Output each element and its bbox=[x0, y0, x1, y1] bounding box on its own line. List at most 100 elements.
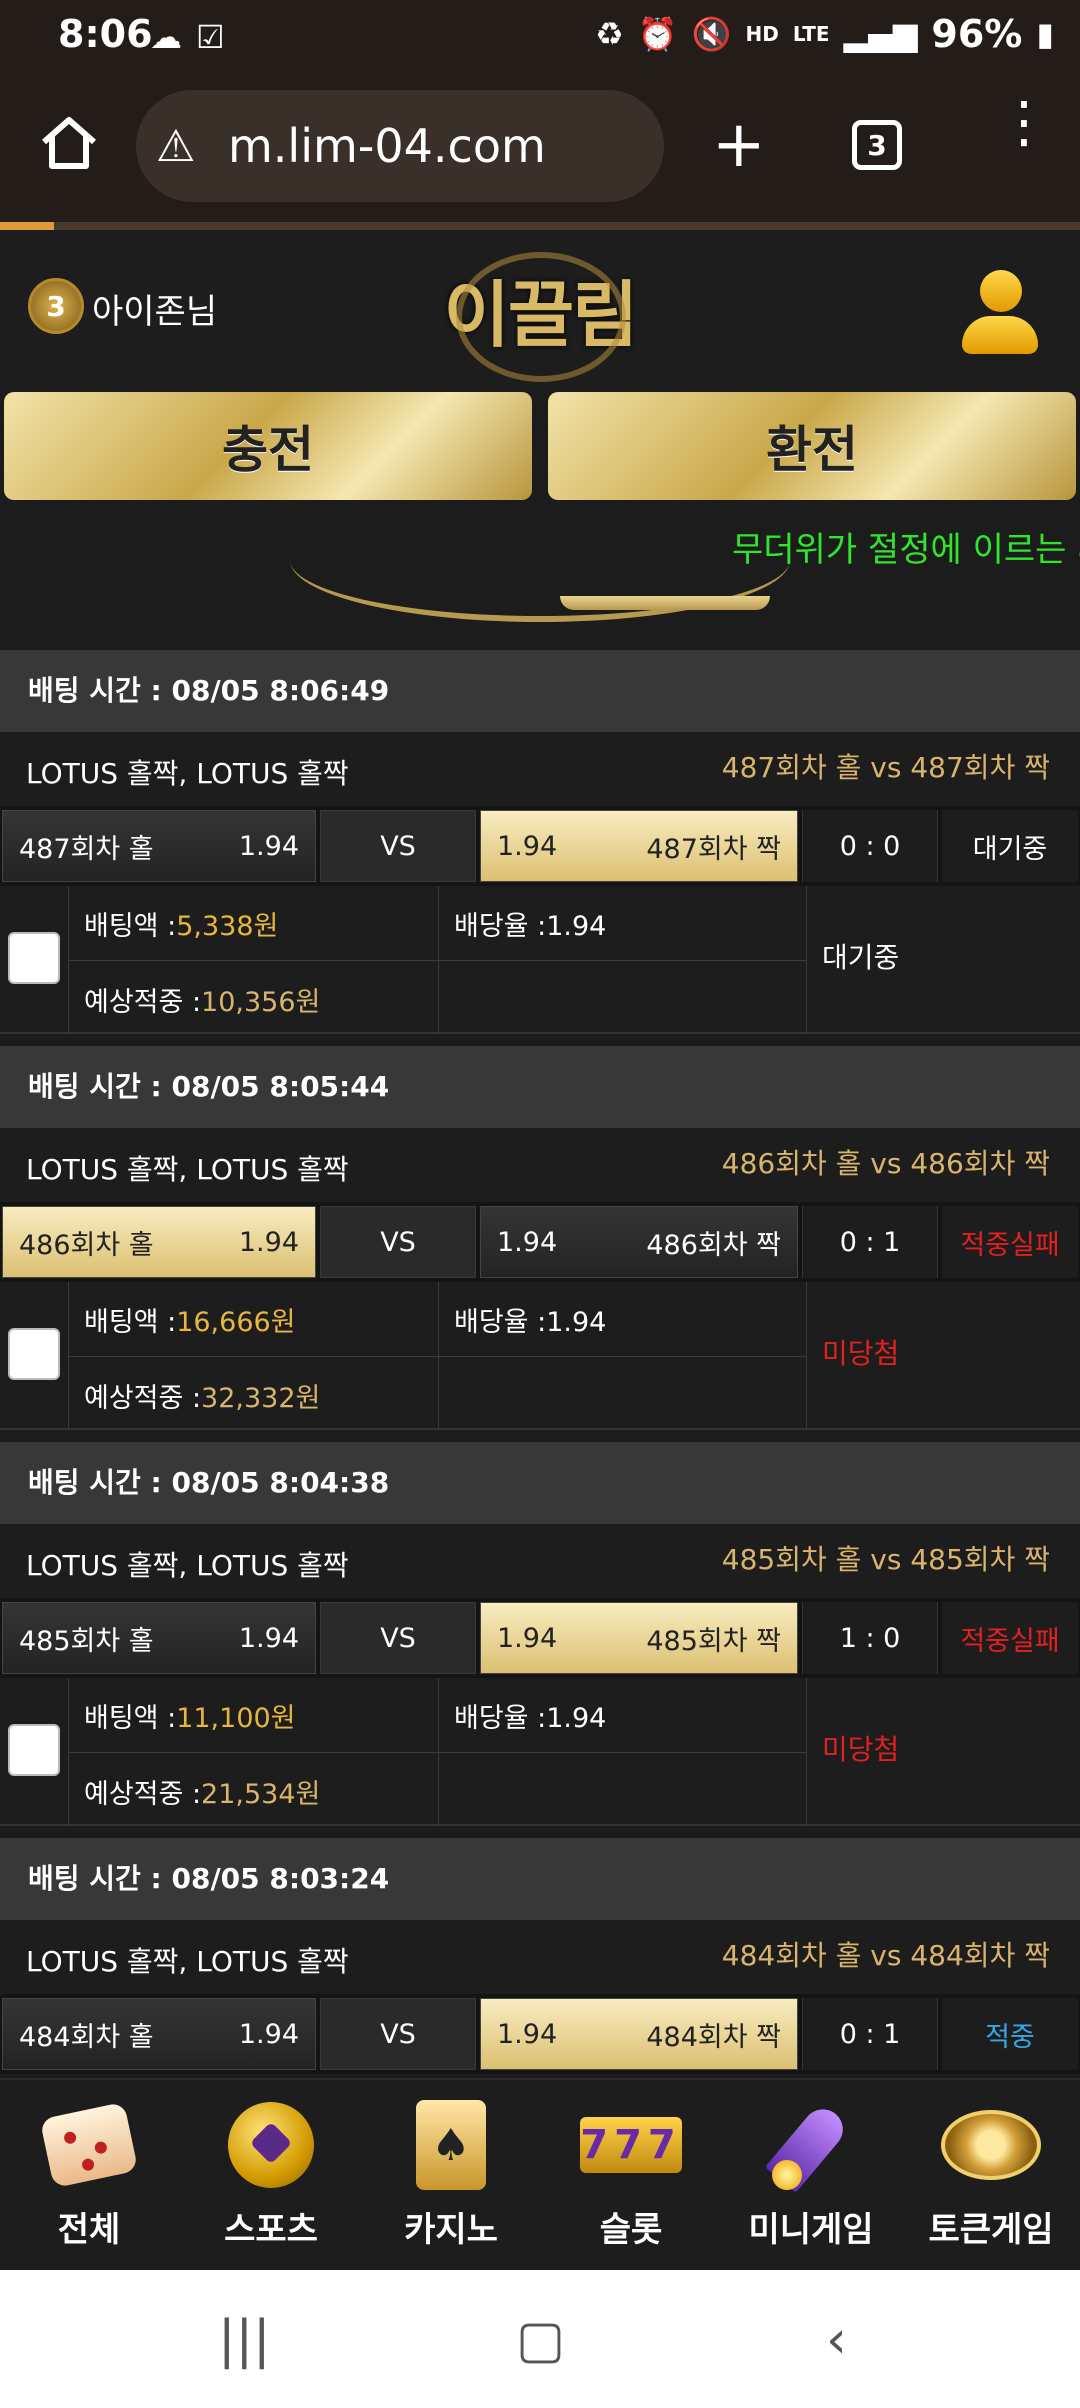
select-checkbox[interactable] bbox=[8, 1328, 60, 1380]
matchup-text: 487회차 홀 vs 487회차 짝 bbox=[721, 751, 1050, 784]
odds-field: 배당율 :1.94 bbox=[454, 1703, 607, 1734]
bet-amount-field: 배팅액 :16,666원 bbox=[84, 1307, 296, 1338]
home-option[interactable]: 487회차 홀 1.94 bbox=[2, 810, 316, 882]
league-name: LOTUS 홀짝, LOTUS 홀짝 bbox=[26, 1945, 349, 1978]
charge-button[interactable]: 충전 bbox=[4, 392, 532, 500]
home-name: 485회차 홀 bbox=[19, 1625, 154, 1657]
bet-amount: 5,338원 bbox=[176, 911, 279, 942]
expected-amount: 10,356원 bbox=[201, 987, 321, 1018]
league-name: LOTUS 홀짝, LOTUS 홀짝 bbox=[26, 1549, 349, 1582]
away-name: 484회차 짝 bbox=[646, 2021, 781, 2053]
hd-voice-icon: HD bbox=[745, 22, 779, 46]
system-home-icon[interactable]: ▢ bbox=[516, 2310, 565, 2370]
bet-amount-field: 배팅액 :5,338원 bbox=[84, 911, 279, 942]
expected-amount: 21,534원 bbox=[201, 1779, 321, 1810]
odds-value: 1.94 bbox=[546, 1307, 607, 1338]
expected-win-field: 예상적중 :32,332원 bbox=[84, 1383, 321, 1414]
home-option[interactable]: 484회차 홀 1.94 bbox=[2, 1998, 316, 2070]
back-icon[interactable]: ‹ bbox=[826, 2310, 847, 2370]
warning-icon[interactable]: ⚠ bbox=[156, 121, 212, 172]
matchup-text: 484회차 홀 vs 484회차 짝 bbox=[721, 1939, 1050, 1972]
select-checkbox[interactable] bbox=[8, 932, 60, 984]
bet-odds-row: 484회차 홀 1.94 VS 1.94 484회차 짝 0 : 1 적중 bbox=[0, 1994, 1080, 2074]
home-name: 487회차 홀 bbox=[19, 833, 154, 865]
vs-label: VS bbox=[320, 810, 476, 882]
bet-time: 배팅 시간 : 08/05 8:06:49 bbox=[0, 650, 1080, 732]
home-odds: 1.94 bbox=[238, 1226, 299, 1258]
nav-label: 미니게임 bbox=[748, 2210, 874, 2250]
slot-777-icon: 777 bbox=[580, 2100, 682, 2190]
status-badge: 적중실패 bbox=[942, 1206, 1078, 1278]
bet-card: 배팅 시간 : 08/05 8:04:38 LOTUS 홀짝, LOTUS 홀짝… bbox=[0, 1442, 1080, 1838]
league-row: LOTUS 홀짝, LOTUS 홀짝 485회차 홀 vs 485회차 짝 bbox=[0, 1524, 1080, 1598]
nav-label: 토큰게임 bbox=[928, 2210, 1054, 2250]
status-notification-icons: ☁ ☑ bbox=[150, 18, 225, 56]
home-option[interactable]: 485회차 홀 1.94 bbox=[2, 1602, 316, 1674]
away-odds: 1.94 bbox=[497, 1622, 558, 1654]
score: 1 : 0 bbox=[802, 1602, 938, 1674]
league-row: LOTUS 홀짝, LOTUS 홀짝 486회차 홀 vs 486회차 짝 bbox=[0, 1128, 1080, 1202]
exchange-button[interactable]: 환전 bbox=[548, 392, 1076, 500]
tab-switcher-button[interactable]: 3 bbox=[852, 120, 902, 170]
bet-detail: 배팅액 :11,100원 배당율 :1.94 예상적중 :21,534원 미당첨 bbox=[0, 1678, 1080, 1826]
away-option[interactable]: 1.94 485회차 짝 bbox=[480, 1602, 798, 1674]
away-name: 486회차 짝 bbox=[646, 1229, 781, 1261]
nav-item-casino[interactable]: ♠ 카지노 bbox=[376, 2100, 526, 2251]
away-name: 487회차 짝 bbox=[646, 833, 781, 865]
mute-icon: 🔇 bbox=[691, 15, 732, 53]
odds-field: 배당율 :1.94 bbox=[454, 911, 607, 942]
home-icon[interactable] bbox=[38, 112, 100, 174]
matchup-text: 486회차 홀 vs 486회차 짝 bbox=[721, 1147, 1050, 1180]
bet-time: 배팅 시간 : 08/05 8:04:38 bbox=[0, 1442, 1080, 1524]
address-bar[interactable]: ⚠ m.lim-04.com bbox=[136, 90, 664, 202]
wallet-buttons: 충전 환전 bbox=[0, 392, 1080, 504]
profile-icon[interactable] bbox=[962, 270, 1038, 354]
home-name: 486회차 홀 bbox=[19, 1229, 154, 1261]
new-tab-icon[interactable]: + bbox=[712, 108, 766, 182]
url-text[interactable]: m.lim-04.com bbox=[228, 119, 546, 173]
site-logo[interactable]: 이끌림 bbox=[430, 238, 650, 382]
odds-value: 1.94 bbox=[546, 911, 607, 942]
nav-label: 전체 bbox=[57, 2210, 121, 2250]
nav-label: 스포츠 bbox=[224, 2210, 318, 2250]
browser-toolbar: ⚠ m.lim-04.com + 3 ⋮ bbox=[0, 72, 1080, 224]
odds-value: 1.94 bbox=[546, 1703, 607, 1734]
expected-amount: 32,332원 bbox=[201, 1383, 321, 1414]
checkbox-notification-icon: ☑ bbox=[196, 18, 225, 56]
expected-win-field: 예상적중 :21,534원 bbox=[84, 1779, 321, 1810]
away-option[interactable]: 1.94 487회차 짝 bbox=[480, 810, 798, 882]
bet-odds-row: 485회차 홀 1.94 VS 1.94 485회차 짝 1 : 0 적중실패 bbox=[0, 1598, 1080, 1678]
status-time: 8:06 bbox=[58, 12, 153, 56]
alarm-icon: ⏰ bbox=[637, 15, 678, 53]
nav-item-token-game[interactable]: 토큰게임 bbox=[916, 2100, 1066, 2251]
result-text: 미당첨 bbox=[822, 1337, 900, 1370]
chat-bubble-icon: ☁ bbox=[150, 18, 182, 56]
more-menu-icon[interactable]: ⋮ bbox=[996, 95, 1052, 151]
game-category-nav: 전체 스포츠 ♠ 카지노 777 슬롯 미니게임 토큰게임 bbox=[0, 2078, 1080, 2268]
odds-field: 배당율 :1.94 bbox=[454, 1307, 607, 1338]
away-option[interactable]: 1.94 486회차 짝 bbox=[480, 1206, 798, 1278]
result-text: 대기중 bbox=[822, 941, 900, 974]
bet-odds-row: 486회차 홀 1.94 VS 1.94 486회차 짝 0 : 1 적중실패 bbox=[0, 1202, 1080, 1282]
battery-icon: ▮ bbox=[1036, 15, 1054, 53]
status-badge: 대기중 bbox=[942, 810, 1078, 882]
playing-card-icon: ♠ bbox=[401, 2100, 501, 2190]
recycle-icon: ♻ bbox=[595, 15, 624, 53]
nav-item-sports[interactable]: 스포츠 bbox=[196, 2100, 346, 2251]
league-name: LOTUS 홀짝, LOTUS 홀짝 bbox=[26, 1153, 349, 1186]
select-checkbox[interactable] bbox=[8, 1724, 60, 1776]
bet-time: 배팅 시간 : 08/05 8:03:24 bbox=[0, 1838, 1080, 1920]
username[interactable]: 아이존님 bbox=[92, 284, 217, 333]
nav-item-all[interactable]: 전체 bbox=[14, 2100, 164, 2251]
home-option[interactable]: 486회차 홀 1.94 bbox=[2, 1206, 316, 1278]
roulette-icon bbox=[941, 2100, 1041, 2190]
status-badge: 적중 bbox=[942, 1998, 1078, 2070]
away-option[interactable]: 1.94 484회차 짝 bbox=[480, 1998, 798, 2070]
matchup-text: 485회차 홀 vs 485회차 짝 bbox=[721, 1543, 1050, 1576]
nav-item-minigame[interactable]: 미니게임 bbox=[736, 2100, 886, 2251]
vs-label: VS bbox=[320, 1602, 476, 1674]
decorative-arc-highlight bbox=[560, 596, 770, 610]
page-load-progress bbox=[0, 222, 1080, 230]
nav-item-slot[interactable]: 777 슬롯 bbox=[556, 2100, 706, 2251]
recent-apps-icon[interactable]: ||| bbox=[218, 2310, 271, 2370]
